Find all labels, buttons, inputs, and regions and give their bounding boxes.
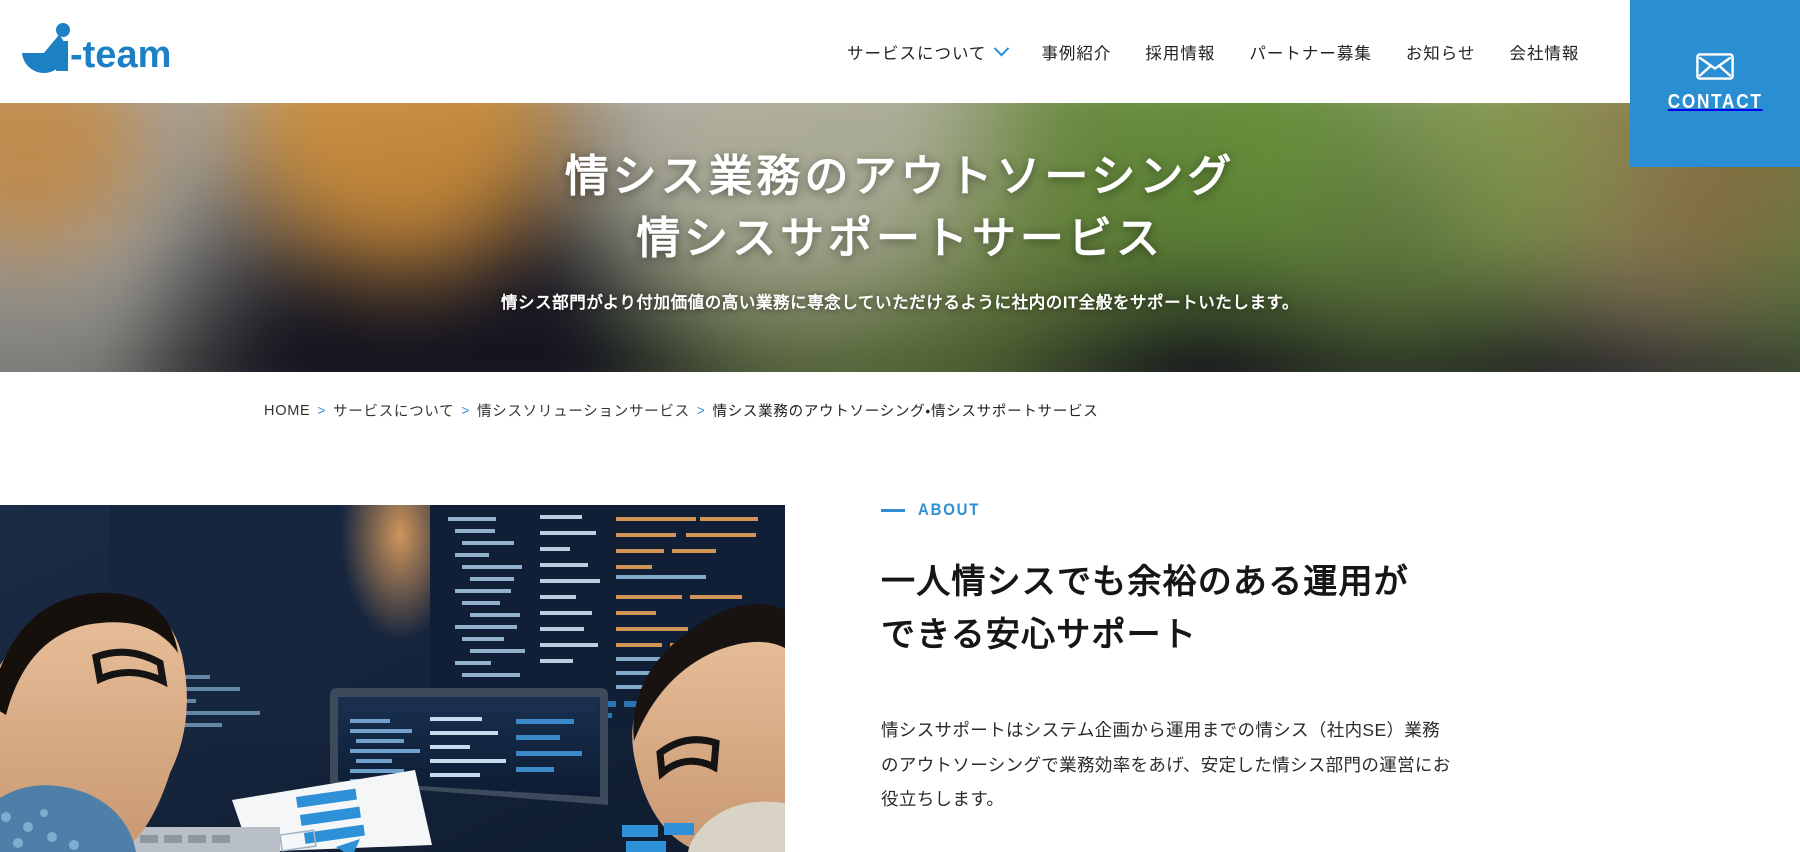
- breadcrumb-item-home[interactable]: HOME: [264, 403, 310, 419]
- about-photo-image: [0, 505, 785, 852]
- breadcrumb-separator: >: [317, 403, 327, 418]
- about-heading-line-1: 一人情シスでも余裕のある運用が: [881, 563, 1409, 601]
- about-body-line-3: 役立ちします。: [881, 788, 1005, 809]
- about-eyebrow: ABOUT: [881, 500, 1581, 520]
- mail-icon: [1696, 53, 1734, 80]
- nav-item-label: 採用情報: [1145, 44, 1216, 63]
- about-body-line-1: 情シスサポートはシステム企画から運用までの情シス（社内SE）業務: [881, 720, 1441, 741]
- nav-item-partners[interactable]: パートナー募集: [1232, 40, 1388, 64]
- eyebrow-dash-icon: [881, 508, 905, 512]
- site-header: -team サービスについて 事例紹介 採用情報 パートナー募集 お知らせ 会社…: [0, 0, 1800, 167]
- breadcrumb-item-services[interactable]: サービスについて: [333, 400, 454, 421]
- nav-item-company[interactable]: 会社情報: [1492, 40, 1596, 64]
- nav-item-label: パートナー募集: [1249, 44, 1372, 63]
- breadcrumb-item-solution[interactable]: 情シスソリューションサービス: [477, 400, 690, 421]
- contact-button[interactable]: CONTACT: [1630, 0, 1800, 167]
- chevron-down-icon: [994, 40, 1010, 57]
- breadcrumb-separator: >: [461, 403, 470, 418]
- nav-item-label: 会社情報: [1509, 44, 1580, 63]
- site-logo[interactable]: -team: [14, 17, 184, 79]
- nav-item-news[interactable]: お知らせ: [1389, 40, 1493, 64]
- hero-title-line-2: 情シスサポートサービス: [636, 214, 1164, 264]
- svg-text:-team: -team: [70, 34, 171, 76]
- logo-icon: -team: [22, 23, 171, 76]
- nav-item-case-studies[interactable]: 事例紹介: [1024, 40, 1128, 64]
- nav-item-recruit[interactable]: 採用情報: [1128, 40, 1232, 64]
- breadcrumb: HOME > サービスについて > 情シスソリューションサービス > 情シス業務…: [264, 400, 1098, 421]
- about-body-text: 情シスサポートはシステム企画から運用までの情シス（社内SE）業務 のアウトソーシ…: [881, 713, 1581, 815]
- about-body-line-2: のアウトソーシングで業務効率をあげ、安定した情シス部門の運営にお: [881, 754, 1451, 775]
- hero-title-line-1: 情シス業務のアウトソーシング: [564, 152, 1236, 201]
- page-root: -team サービスについて 事例紹介 採用情報 パートナー募集 お知らせ 会社…: [0, 0, 1800, 852]
- hero-title: 情シス業務のアウトソーシング 情シスサポートサービス: [565, 146, 1236, 271]
- nav-item-label: サービスについて: [847, 44, 987, 63]
- about-heading: 一人情シスでも余裕のある運用が できる安心サポート: [881, 556, 1581, 661]
- nav-item-label: お知らせ: [1405, 44, 1476, 63]
- hero-subtitle: 情シス部門がより付加価値の高い業務に専念していただけるように社内のIT全般をサポ…: [500, 293, 1300, 312]
- about-heading-line-2: できる安心サポート: [881, 615, 1198, 654]
- breadcrumb-separator: >: [696, 403, 706, 418]
- nav-item-label: 事例紹介: [1041, 44, 1112, 63]
- about-section: ABOUT 一人情シスでも余裕のある運用が できる安心サポート 情シスサポートは…: [881, 500, 1581, 816]
- about-photo: [0, 505, 785, 852]
- about-eyebrow-label: ABOUT: [918, 500, 981, 519]
- main-navigation: サービスについて 事例紹介 採用情報 パートナー募集 お知らせ 会社情報: [830, 0, 1596, 103]
- nav-item-services[interactable]: サービスについて: [830, 40, 1024, 64]
- hero-content: 情シス業務のアウトソーシング 情シスサポートサービス 情シス部門がより付加価値の…: [0, 103, 1800, 372]
- contact-button-label: CONTACT: [1667, 91, 1763, 113]
- hero-banner: 情シス業務のアウトソーシング 情シスサポートサービス 情シス部門がより付加価値の…: [0, 103, 1800, 372]
- breadcrumb-item-current: 情シス業務のアウトソーシング・情シスサポートサービス: [712, 404, 1099, 420]
